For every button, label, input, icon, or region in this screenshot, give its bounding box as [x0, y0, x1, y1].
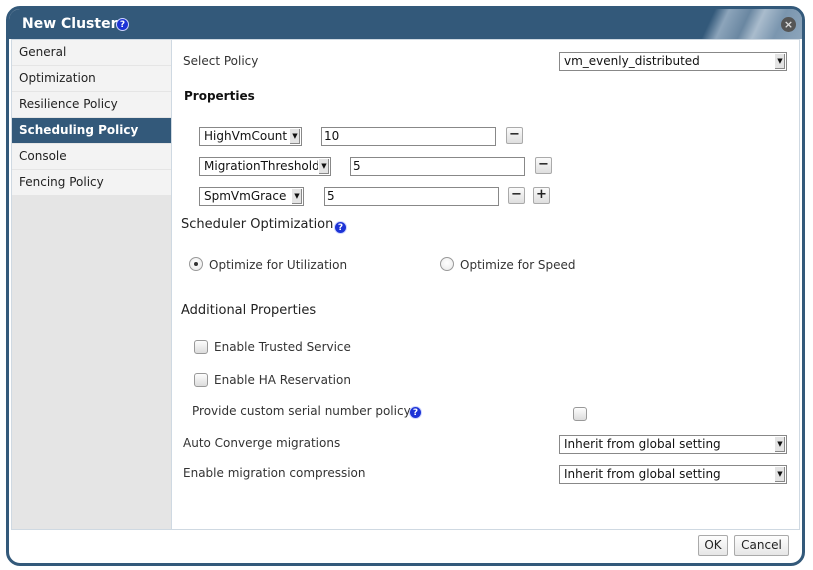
property-key-value: HighVmCount — [204, 129, 288, 143]
trusted-service-label[interactable]: Enable Trusted Service — [214, 340, 351, 354]
remove-property-button[interactable]: − — [508, 187, 525, 204]
property-key-select[interactable]: SpmVmGrace ▼ — [199, 187, 304, 206]
trusted-service-checkbox[interactable] — [194, 340, 208, 354]
dialog-body: General Optimization Resilience Policy S… — [11, 39, 800, 530]
chevron-down-icon: ▼ — [774, 467, 785, 482]
dialog-title: New Cluster — [22, 16, 118, 32]
sidebar-item-scheduling-policy[interactable]: Scheduling Policy — [12, 118, 171, 143]
sidebar-item-general[interactable]: General — [12, 40, 171, 65]
scheduling-policy-panel: Select Policy vm_evenly_distributed ▼ Pr… — [173, 40, 799, 529]
select-policy-dropdown[interactable]: vm_evenly_distributed ▼ — [559, 52, 787, 71]
optimize-utilization-label[interactable]: Optimize for Utilization — [209, 258, 347, 272]
serial-number-policy-checkbox[interactable] — [573, 407, 587, 421]
migration-compression-value: Inherit from global setting — [564, 467, 721, 481]
new-cluster-dialog: New Cluster ? × General Optimization Res… — [6, 6, 805, 566]
ok-button[interactable]: OK — [698, 535, 728, 556]
property-value-input[interactable]: 10 — [321, 127, 496, 146]
chevron-down-icon: ▼ — [291, 189, 302, 204]
dialog-titlebar[interactable]: New Cluster ? × — [9, 9, 802, 39]
property-key-value: MigrationThreshold — [204, 159, 320, 173]
help-icon[interactable]: ? — [116, 18, 129, 31]
property-key-value: SpmVmGrace — [204, 189, 287, 203]
cancel-button[interactable]: Cancel — [734, 535, 789, 556]
sidebar-item-optimization[interactable]: Optimization — [12, 66, 171, 91]
remove-property-button[interactable]: − — [535, 157, 552, 174]
optimize-speed-label[interactable]: Optimize for Speed — [460, 258, 576, 272]
property-value-input[interactable]: 5 — [324, 187, 499, 206]
sidebar-item-console[interactable]: Console — [12, 144, 171, 169]
sidebar: General Optimization Resilience Policy S… — [12, 40, 172, 529]
property-value-input[interactable]: 5 — [350, 157, 525, 176]
help-icon[interactable]: ? — [409, 406, 422, 419]
serial-number-policy-label: Provide custom serial number policy — [192, 404, 411, 418]
ha-reservation-checkbox[interactable] — [194, 373, 208, 387]
sidebar-item-fencing-policy[interactable]: Fencing Policy — [12, 170, 171, 195]
property-key-select[interactable]: MigrationThreshold ▼ — [199, 157, 331, 176]
properties-title: Properties — [184, 89, 255, 103]
auto-converge-label: Auto Converge migrations — [183, 436, 341, 450]
chevron-down-icon: ▼ — [774, 54, 785, 69]
close-icon[interactable]: × — [781, 17, 796, 32]
optimize-utilization-radio[interactable] — [189, 257, 203, 271]
scheduler-optimization-title: Scheduler Optimization — [181, 217, 334, 232]
optimize-speed-radio[interactable] — [440, 257, 454, 271]
migration-compression-dropdown[interactable]: Inherit from global setting ▼ — [559, 465, 787, 484]
select-policy-value: vm_evenly_distributed — [564, 54, 700, 68]
additional-properties-title: Additional Properties — [181, 303, 317, 318]
chevron-down-icon: ▼ — [774, 437, 785, 452]
remove-property-button[interactable]: − — [506, 127, 523, 144]
property-key-select[interactable]: HighVmCount ▼ — [199, 127, 302, 146]
migration-compression-label: Enable migration compression — [183, 466, 366, 480]
help-icon[interactable]: ? — [334, 221, 347, 234]
sidebar-item-resilience-policy[interactable]: Resilience Policy — [12, 92, 171, 117]
chevron-down-icon: ▼ — [289, 129, 300, 144]
ha-reservation-label[interactable]: Enable HA Reservation — [214, 373, 351, 387]
auto-converge-value: Inherit from global setting — [564, 437, 721, 451]
auto-converge-dropdown[interactable]: Inherit from global setting ▼ — [559, 435, 787, 454]
select-policy-label: Select Policy — [183, 54, 259, 68]
chevron-down-icon: ▼ — [318, 159, 329, 174]
add-property-button[interactable]: + — [533, 187, 550, 204]
